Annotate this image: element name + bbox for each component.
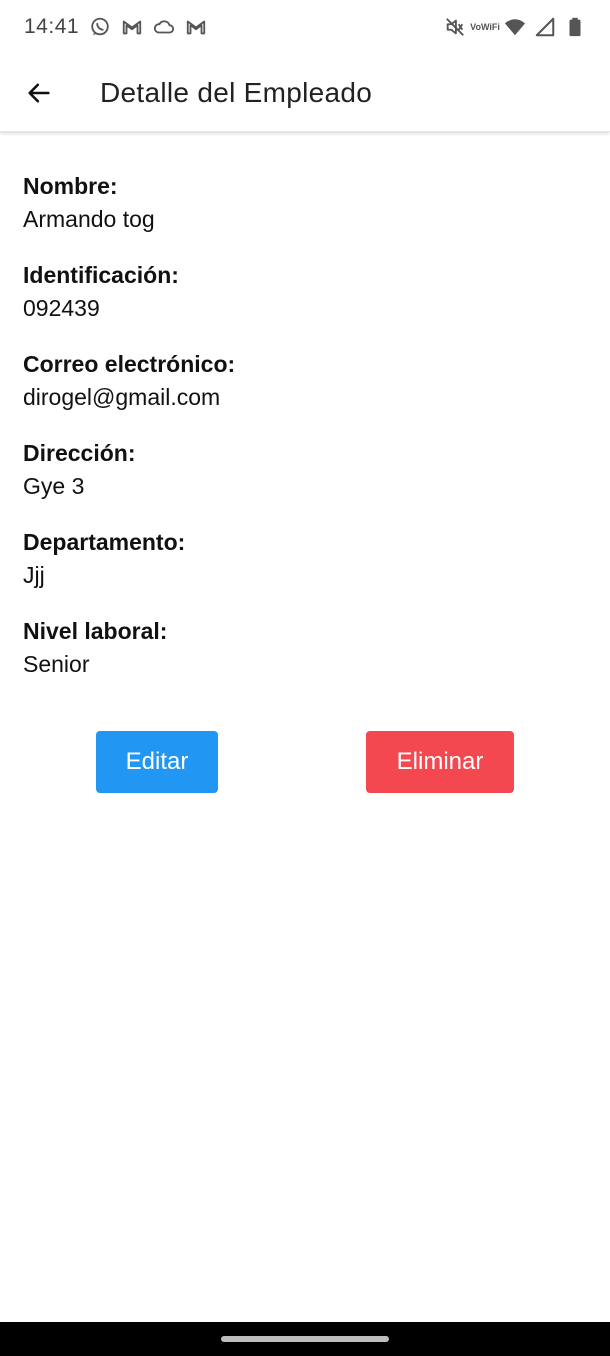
field-value: Senior [23, 651, 90, 677]
app-bar: Detalle del Empleado [0, 54, 610, 132]
field-label: Nivel laboral: [23, 618, 168, 644]
field-value: 092439 [23, 295, 100, 321]
field-label: Nombre: [23, 173, 118, 199]
field-value: Armando tog [23, 206, 155, 232]
field-label: Dirección: [23, 440, 136, 466]
action-buttons: Editar Eliminar [0, 731, 610, 793]
field-value: dirogel@gmail.com [23, 384, 221, 410]
field-label: Departamento: [23, 529, 186, 555]
signal-icon [534, 16, 556, 38]
battery-icon [564, 16, 586, 38]
field-label: Correo electrónico: [23, 351, 236, 377]
edit-button[interactable]: Editar [96, 731, 218, 793]
page-title: Detalle del Empleado [100, 76, 373, 108]
whatsapp-icon [89, 16, 111, 38]
field-department: Departamento: Jjj [23, 526, 583, 615]
field-name: Nombre: Armando tog [23, 170, 583, 259]
status-bar: 14:41 Vo WiFi [0, 0, 610, 54]
field-email: Correo electrónico: dirogel@gmail.com [23, 348, 583, 437]
cloud-icon [153, 16, 175, 38]
vowifi-icon: Vo WiFi [470, 21, 500, 32]
gmail-icon [121, 16, 143, 38]
field-identification: Identificación: 092439 [23, 259, 583, 348]
delete-button[interactable]: Eliminar [366, 731, 514, 793]
field-address: Dirección: Gye 3 [23, 437, 583, 526]
arrow-left-icon [25, 79, 53, 107]
back-button[interactable] [24, 78, 54, 108]
gmail-icon [185, 16, 207, 38]
wifi-icon [504, 16, 526, 38]
employee-detail: Nombre: Armando tog Identificación: 0924… [23, 170, 583, 704]
system-nav-bar [0, 1322, 610, 1356]
system-icons: Vo WiFi [444, 16, 586, 38]
field-value: Gye 3 [23, 473, 85, 499]
field-label: Identificación: [23, 262, 179, 288]
field-value: Jjj [23, 562, 45, 588]
mute-icon [444, 16, 466, 38]
home-indicator[interactable] [221, 1336, 389, 1342]
notification-icons [89, 16, 207, 38]
field-level: Nivel laboral: Senior [23, 615, 583, 704]
status-time: 14:41 [24, 15, 80, 38]
